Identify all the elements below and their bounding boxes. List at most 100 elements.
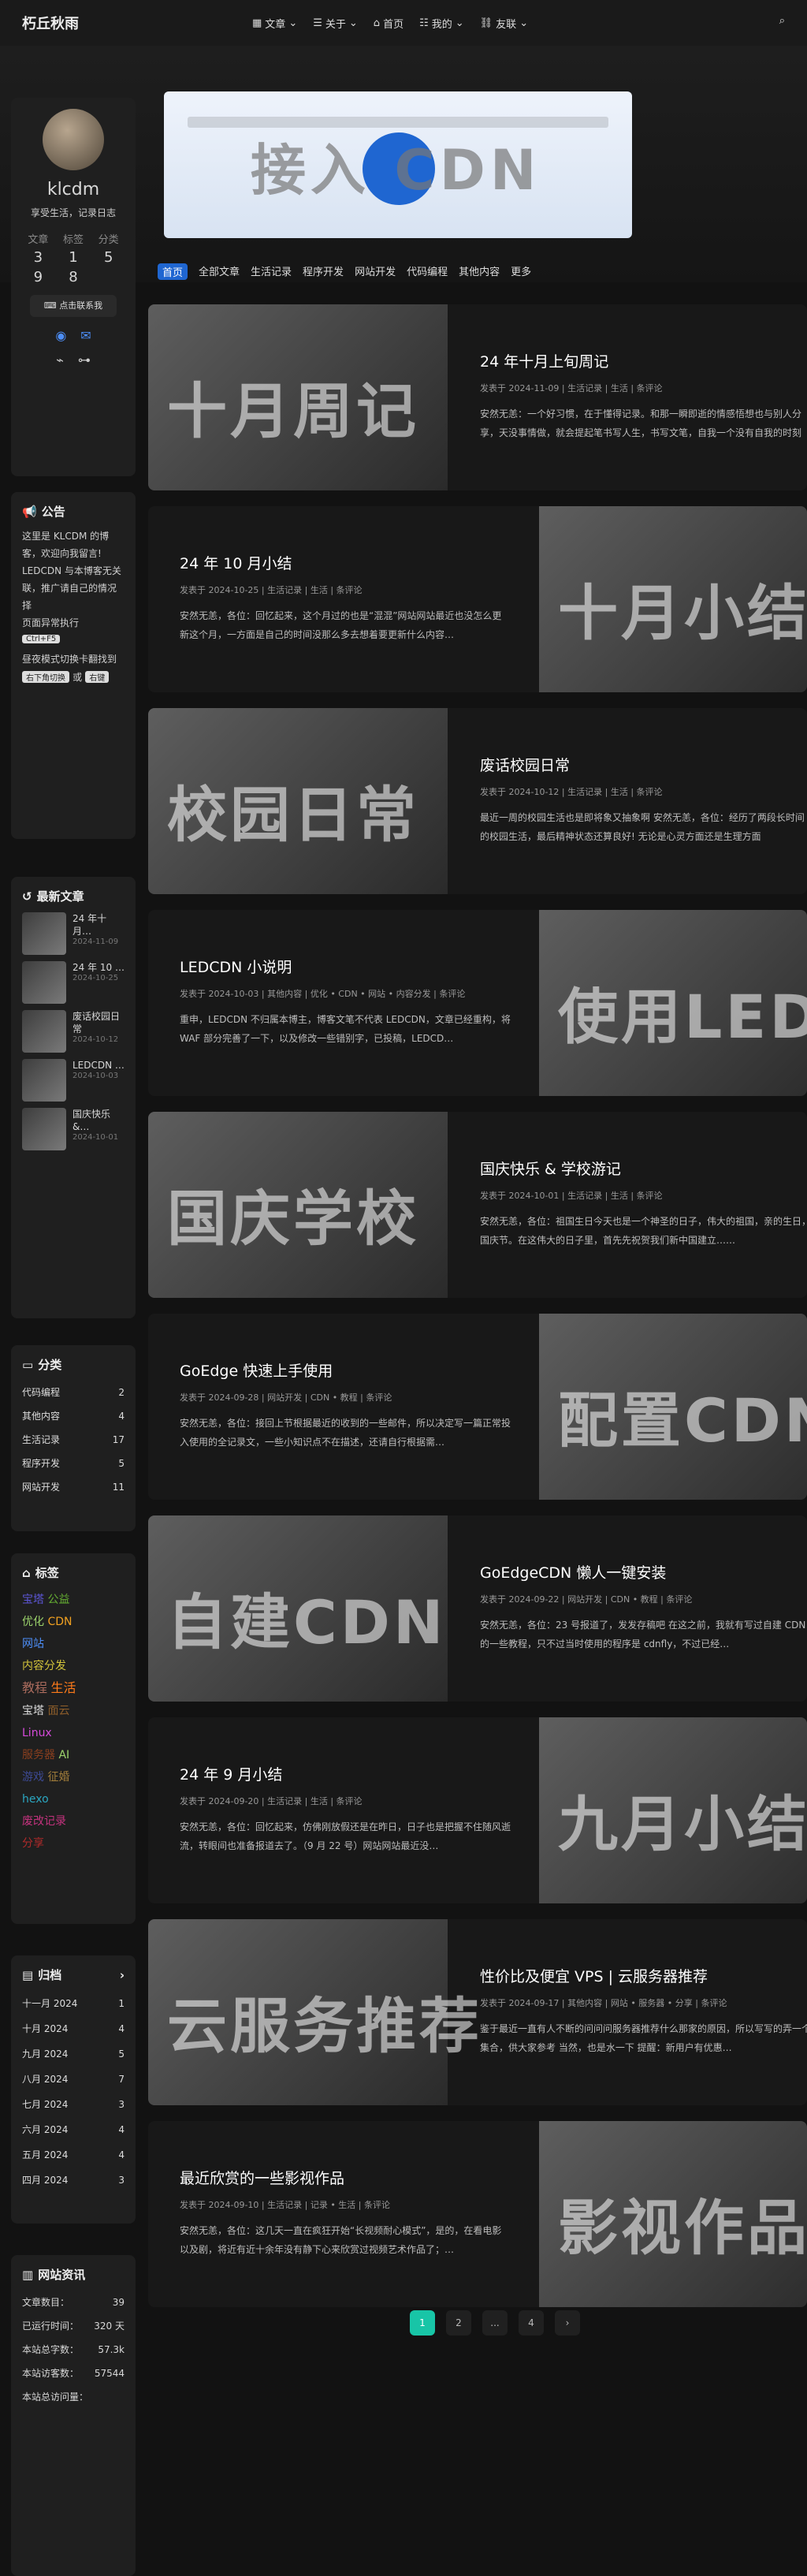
- archive-row[interactable]: 六月 2024 4: [22, 2117, 125, 2142]
- post-image[interactable]: 校园日常: [148, 708, 448, 894]
- post-image[interactable]: 配置CDN: [539, 1314, 807, 1500]
- page-4[interactable]: 4: [519, 2310, 544, 2336]
- post-title[interactable]: 国庆快乐 & 学校游记: [480, 1158, 807, 1179]
- post-card[interactable]: 影视作品 最近欣赏的一些影视作品 发表于 2024-09-10 | 生活记录 | 记…: [148, 2121, 807, 2307]
- post-card[interactable]: 国庆学校 国庆快乐 & 学校游记 发表于 2024-10-01 | 生活记录 | 生…: [148, 1112, 807, 1298]
- next-page-button[interactable]: ›: [555, 2310, 580, 2336]
- search-icon[interactable]: ⌕: [779, 15, 785, 27]
- tag-item[interactable]: 生活: [50, 1680, 76, 1695]
- archive-row[interactable]: 五月 2024 4: [22, 2142, 125, 2168]
- archive-row[interactable]: 八月 2024 7: [22, 2067, 125, 2092]
- page-2[interactable]: 2: [446, 2310, 471, 2336]
- email-icon[interactable]: ✉: [80, 328, 91, 343]
- page-1[interactable]: 1: [410, 2310, 435, 2336]
- tag-item[interactable]: 服务器: [22, 1749, 55, 1761]
- tab-home[interactable]: 首页: [158, 263, 188, 280]
- rss-icon[interactable]: ⌁: [56, 352, 64, 367]
- tag-item[interactable]: AI: [58, 1749, 69, 1761]
- recent-item[interactable]: 24 年 10 … 2024-10-25: [22, 961, 125, 1004]
- post-meta: 发表于 2024-09-20 | 生活记录 | 生活 | 条评论: [180, 1796, 363, 1806]
- tag-item[interactable]: 废改记录: [22, 1815, 66, 1828]
- post-image[interactable]: 云服务推荐: [148, 1919, 479, 2105]
- recent-item[interactable]: 国庆快乐 &… 2024-10-01: [22, 1108, 125, 1150]
- category-row[interactable]: 其他内容 4: [22, 1404, 125, 1428]
- post-card[interactable]: 十月周记 24 年十月上旬周记 发表于 2024-11-09 | 生活记录 | 生活…: [148, 304, 807, 490]
- recent-item[interactable]: LEDCDN … 2024-10-03: [22, 1059, 125, 1102]
- tag-item[interactable]: 分享: [22, 1837, 44, 1850]
- post-card[interactable]: 云服务推荐 性价比及便宜 VPS | 云服务器推荐 发表于 2024-09-17 |…: [148, 1919, 807, 2105]
- stat-label-categories: 分类: [98, 234, 119, 246]
- post-title[interactable]: 性价比及便宜 VPS | 云服务器推荐: [480, 1965, 807, 1986]
- category-row[interactable]: 网站开发 11: [22, 1475, 125, 1499]
- tab-programming[interactable]: 程序开发: [303, 263, 344, 280]
- recent-item[interactable]: 废话校园日常 2024-10-12: [22, 1010, 125, 1053]
- tag-item[interactable]: 公益: [47, 1594, 69, 1606]
- archive-row[interactable]: 十月 2024 4: [22, 2016, 125, 2041]
- post-image[interactable]: 国庆学校: [148, 1112, 448, 1298]
- tag-item[interactable]: CDN: [47, 1616, 72, 1628]
- post-image[interactable]: 十月周记: [148, 304, 448, 490]
- tag-item[interactable]: 游戏: [22, 1771, 44, 1784]
- post-card[interactable]: 九月小结 24 年 9 月小结发表于 2024-09-20 | 生活记录 | 生活…: [148, 1717, 807, 1903]
- post-title[interactable]: LEDCDN 小说明: [180, 956, 511, 977]
- tab-code[interactable]: 代码编程: [407, 263, 448, 280]
- tag-item[interactable]: 宝塔: [22, 1594, 44, 1606]
- contact-button[interactable]: ⌨ 点击联系我: [30, 295, 117, 317]
- post-image-text: 十月小结: [558, 578, 807, 648]
- tag-item[interactable]: 网站: [22, 1638, 44, 1650]
- tag-item[interactable]: Linux: [22, 1727, 52, 1739]
- post-title[interactable]: 废话校园日常: [480, 754, 807, 775]
- tab-more[interactable]: 更多: [511, 263, 531, 280]
- notice-badge-3: 右键: [85, 671, 110, 683]
- tag-item[interactable]: 面云: [47, 1705, 69, 1717]
- post-card[interactable]: 配置CDN GoEdge 快速上手使用发表于 2024-09-28 | 网站开发 …: [148, 1314, 807, 1500]
- hero-banner[interactable]: 接入 CDN: [164, 91, 632, 238]
- post-title[interactable]: GoEdge 快速上手使用: [180, 1359, 511, 1381]
- post-title[interactable]: 24 年 10 月小结: [180, 552, 511, 573]
- post-image[interactable]: 九月小结: [539, 1717, 807, 1903]
- post-card[interactable]: 自建CDN GoEdgeCDN 懒人一键安装 发表于 2024-09-22 | 网站…: [148, 1515, 807, 1702]
- tag-item[interactable]: 教程: [22, 1680, 47, 1695]
- tag-item[interactable]: 优化: [22, 1616, 44, 1628]
- menu-item-mine[interactable]: ☷ 我的 ⌄: [419, 16, 464, 31]
- sitemap-icon[interactable]: ⊶: [78, 352, 91, 367]
- chevron-down-icon: ⌄: [288, 17, 298, 29]
- tab-all[interactable]: 全部文章: [199, 263, 240, 280]
- tag-item[interactable]: 内容分发: [22, 1660, 66, 1672]
- post-body: GoEdge 快速上手使用 发表于 2024-09-28 | 网站开发 | CDN…: [180, 1359, 511, 1452]
- post-image[interactable]: 使用LEDCDN: [539, 910, 807, 1096]
- github-icon[interactable]: ◉: [55, 328, 66, 343]
- tag-item[interactable]: 征婚: [47, 1771, 69, 1784]
- post-card[interactable]: 十月小结 24 年 10 月小结 发表于 2024-10-25 | 生活记录 | 生…: [148, 506, 807, 692]
- post-card[interactable]: 校园日常 废话校园日常 发表于 2024-10-12 | 生活记录 | 生活 | 条…: [148, 708, 807, 894]
- post-image[interactable]: 自建CDN: [148, 1515, 448, 1702]
- category-row[interactable]: 生活记录 17: [22, 1428, 125, 1452]
- post-title[interactable]: GoEdgeCDN 懒人一键安装: [480, 1561, 807, 1583]
- post-card[interactable]: 使用LEDCDN LEDCDN 小说明发表于 2024-10-03 | 其他内容 …: [148, 910, 807, 1096]
- archive-row[interactable]: 七月 2024 3: [22, 2092, 125, 2117]
- tab-other[interactable]: 其他内容: [459, 263, 500, 280]
- menu-item-articles[interactable]: ▦ 文章 ⌄: [252, 16, 297, 31]
- category-row[interactable]: 代码编程 2: [22, 1381, 125, 1404]
- archive-row[interactable]: 四月 2024 3: [22, 2168, 125, 2193]
- archive-row[interactable]: 九月 2024 5: [22, 2041, 125, 2067]
- menu-item-home[interactable]: ⌂ 首页: [374, 16, 404, 31]
- chevron-right-icon[interactable]: ›: [120, 1968, 125, 1982]
- tag-item[interactable]: 宝塔: [22, 1705, 44, 1717]
- archive-row[interactable]: 十一月 2024 1: [22, 1991, 125, 2016]
- site-brand[interactable]: 朽丘秋雨: [22, 13, 79, 33]
- post-title[interactable]: 24 年十月上旬周记: [480, 350, 807, 371]
- tag-item[interactable]: hexo: [22, 1793, 49, 1806]
- stat-value-articles: 3: [33, 249, 43, 266]
- post-title[interactable]: 24 年 9 月小结: [180, 1763, 511, 1784]
- post-image[interactable]: 影视作品: [539, 2121, 807, 2307]
- post-image[interactable]: 十月小结: [539, 506, 807, 692]
- menu-item-about[interactable]: ☰ 关于 ⌄: [313, 16, 358, 31]
- post-title[interactable]: 最近欣赏的一些影视作品: [180, 2167, 511, 2188]
- tab-web[interactable]: 网站开发: [355, 263, 396, 280]
- category-row[interactable]: 程序开发 5: [22, 1452, 125, 1475]
- terminal-icon: ⌨: [43, 300, 57, 311]
- tab-life[interactable]: 生活记录: [251, 263, 292, 280]
- recent-item[interactable]: 24 年十月… 2024-11-09: [22, 912, 125, 955]
- menu-item-friends[interactable]: ⛓ 友联 ⌄: [480, 16, 528, 31]
